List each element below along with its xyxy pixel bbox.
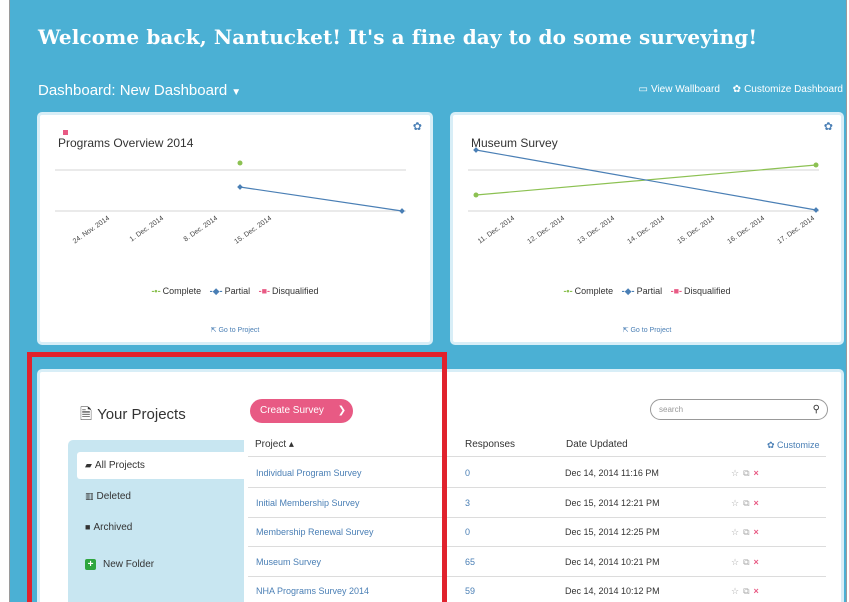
close-icon[interactable]: ×	[754, 557, 759, 567]
data-point	[473, 192, 479, 198]
chart-legend: -•- Complete -◆- Partial -■- Disqualified	[453, 286, 841, 297]
go-to-project-link[interactable]: ⇱ Go to Project	[40, 326, 430, 334]
customize-columns-link[interactable]: ✿ Customize	[767, 440, 820, 451]
x-tick-label: 8. Dec. 2014	[183, 215, 220, 244]
legend-marker: -•-	[563, 286, 573, 296]
legend-marker: -◆-	[209, 286, 223, 296]
go-to-project-link[interactable]: ⇱ Go to Project	[453, 326, 841, 334]
star-icon[interactable]: ☆	[731, 527, 739, 537]
column-header-responses[interactable]: Responses	[465, 439, 515, 450]
x-tick-label: 1. Dec. 2014	[129, 215, 166, 244]
close-icon[interactable]: ×	[754, 468, 759, 478]
x-tick-label: 13. Dec. 2014	[576, 215, 616, 246]
line-chart-programs: 24. Nov. 2014 1. Dec. 2014 8. Dec. 2014 15.…	[55, 130, 406, 246]
star-icon[interactable]: ☆	[731, 468, 739, 478]
data-point	[237, 184, 243, 190]
dashboard-title: Dashboard: New Dashboard	[38, 82, 228, 99]
search-icon[interactable]: ⚲	[813, 400, 820, 419]
x-tick-label: 12. Dec. 2014	[526, 215, 566, 246]
copy-icon[interactable]: ⧉	[743, 498, 749, 508]
date-updated: Dec 14, 2014 10:12 PM	[565, 586, 660, 597]
copy-icon[interactable]: ⧉	[743, 468, 749, 478]
legend-disqualified[interactable]: -■- Disqualified	[259, 286, 319, 296]
chart-card-programs: ✿ Programs Overview 2014 24. Nov. 2014 1.…	[37, 112, 433, 345]
dashboard-page: Welcome back, Nantucket! It's a fine day…	[9, 0, 847, 602]
row-actions: ☆ ⧉ ×	[731, 498, 759, 509]
x-tick-label: 17. Dec. 2014	[776, 215, 816, 246]
star-icon[interactable]: ☆	[731, 557, 739, 567]
date-updated: Dec 15, 2014 12:21 PM	[565, 497, 660, 508]
row-actions: ☆ ⧉ ×	[731, 468, 759, 479]
dashboard-selector[interactable]: Dashboard: New Dashboard ▼	[38, 82, 241, 99]
gear-icon: ✿	[732, 84, 742, 95]
x-tick-label: 14. Dec. 2014	[626, 215, 666, 246]
responses-count-link[interactable]: 0	[465, 468, 470, 478]
legend-marker: -◆-	[621, 286, 635, 296]
series-line-partial	[239, 186, 403, 212]
search-input[interactable]: search ⚲	[650, 399, 828, 420]
data-point	[399, 208, 405, 214]
data-point	[237, 160, 243, 166]
date-updated: Dec 14, 2014 11:16 PM	[565, 468, 659, 478]
view-wallboard-link[interactable]: ▭ View Wallboard	[639, 84, 720, 95]
legend-disqualified[interactable]: -■- Disqualified	[671, 286, 731, 296]
x-tick-label: 15. Dec. 2014	[676, 215, 716, 246]
x-tick-label: 15. Dec. 2014	[233, 215, 273, 246]
chart-legend: -•- Complete -◆- Partial -■- Disqualified	[40, 286, 430, 297]
row-actions: ☆ ⧉ ×	[731, 557, 759, 568]
caret-down-icon: ▼	[231, 87, 242, 98]
legend-marker: -■-	[670, 286, 683, 296]
customize-dashboard-link[interactable]: ✿ Customize Dashboard	[733, 84, 843, 95]
close-icon[interactable]: ×	[754, 498, 759, 508]
legend-partial[interactable]: -◆- Partial	[622, 286, 662, 296]
row-actions: ☆ ⧉ ×	[731, 586, 759, 597]
chart-card-museum: ✿ Museum Survey 11. Dec. 2014 12. Dec. 20…	[450, 112, 844, 345]
date-updated: Dec 15, 2014 12:25 PM	[565, 527, 660, 538]
x-tick-label: 24. Nov. 2014	[72, 215, 111, 245]
legend-complete[interactable]: -•- Complete	[151, 286, 201, 296]
responses-count-link[interactable]: 59	[465, 586, 475, 596]
disqualified-marker	[63, 130, 68, 135]
star-icon[interactable]: ☆	[731, 586, 739, 596]
x-tick-label: 11. Dec. 2014	[477, 215, 516, 245]
data-point	[813, 207, 819, 213]
series-line-partial	[475, 149, 817, 211]
copy-icon[interactable]: ⧉	[743, 586, 749, 596]
monitor-icon: ▭	[638, 84, 648, 95]
welcome-heading: Welcome back, Nantucket! It's a fine day…	[38, 25, 758, 49]
row-actions: ☆ ⧉ ×	[731, 527, 759, 538]
line-chart-museum: 11. Dec. 2014 12. Dec. 2014 13. Dec. 2014 1…	[468, 147, 819, 246]
legend-marker: -■-	[258, 286, 271, 296]
legend-complete[interactable]: -•- Complete	[563, 286, 613, 296]
data-point	[813, 162, 819, 168]
x-tick-label: 16. Dec. 2014	[726, 215, 766, 246]
copy-icon[interactable]: ⧉	[743, 527, 749, 537]
dashboard-actions: ▭ View Wallboard ✿ Customize Dashboard	[629, 84, 843, 95]
legend-marker: -•-	[151, 286, 161, 296]
responses-count-link[interactable]: 0	[465, 527, 470, 537]
copy-icon[interactable]: ⧉	[743, 557, 749, 567]
responses-count-link[interactable]: 65	[465, 557, 475, 567]
data-point	[473, 147, 479, 153]
highlight-box	[27, 352, 447, 602]
date-updated: Dec 14, 2014 10:21 PM	[565, 556, 660, 567]
responses-count-link[interactable]: 3	[465, 498, 470, 508]
close-icon[interactable]: ×	[754, 586, 759, 596]
star-icon[interactable]: ☆	[731, 498, 739, 508]
legend-partial[interactable]: -◆- Partial	[210, 286, 250, 296]
close-icon[interactable]: ×	[754, 527, 759, 537]
column-header-date-updated[interactable]: Date Updated	[566, 439, 628, 450]
gear-icon: ✿	[767, 440, 778, 450]
